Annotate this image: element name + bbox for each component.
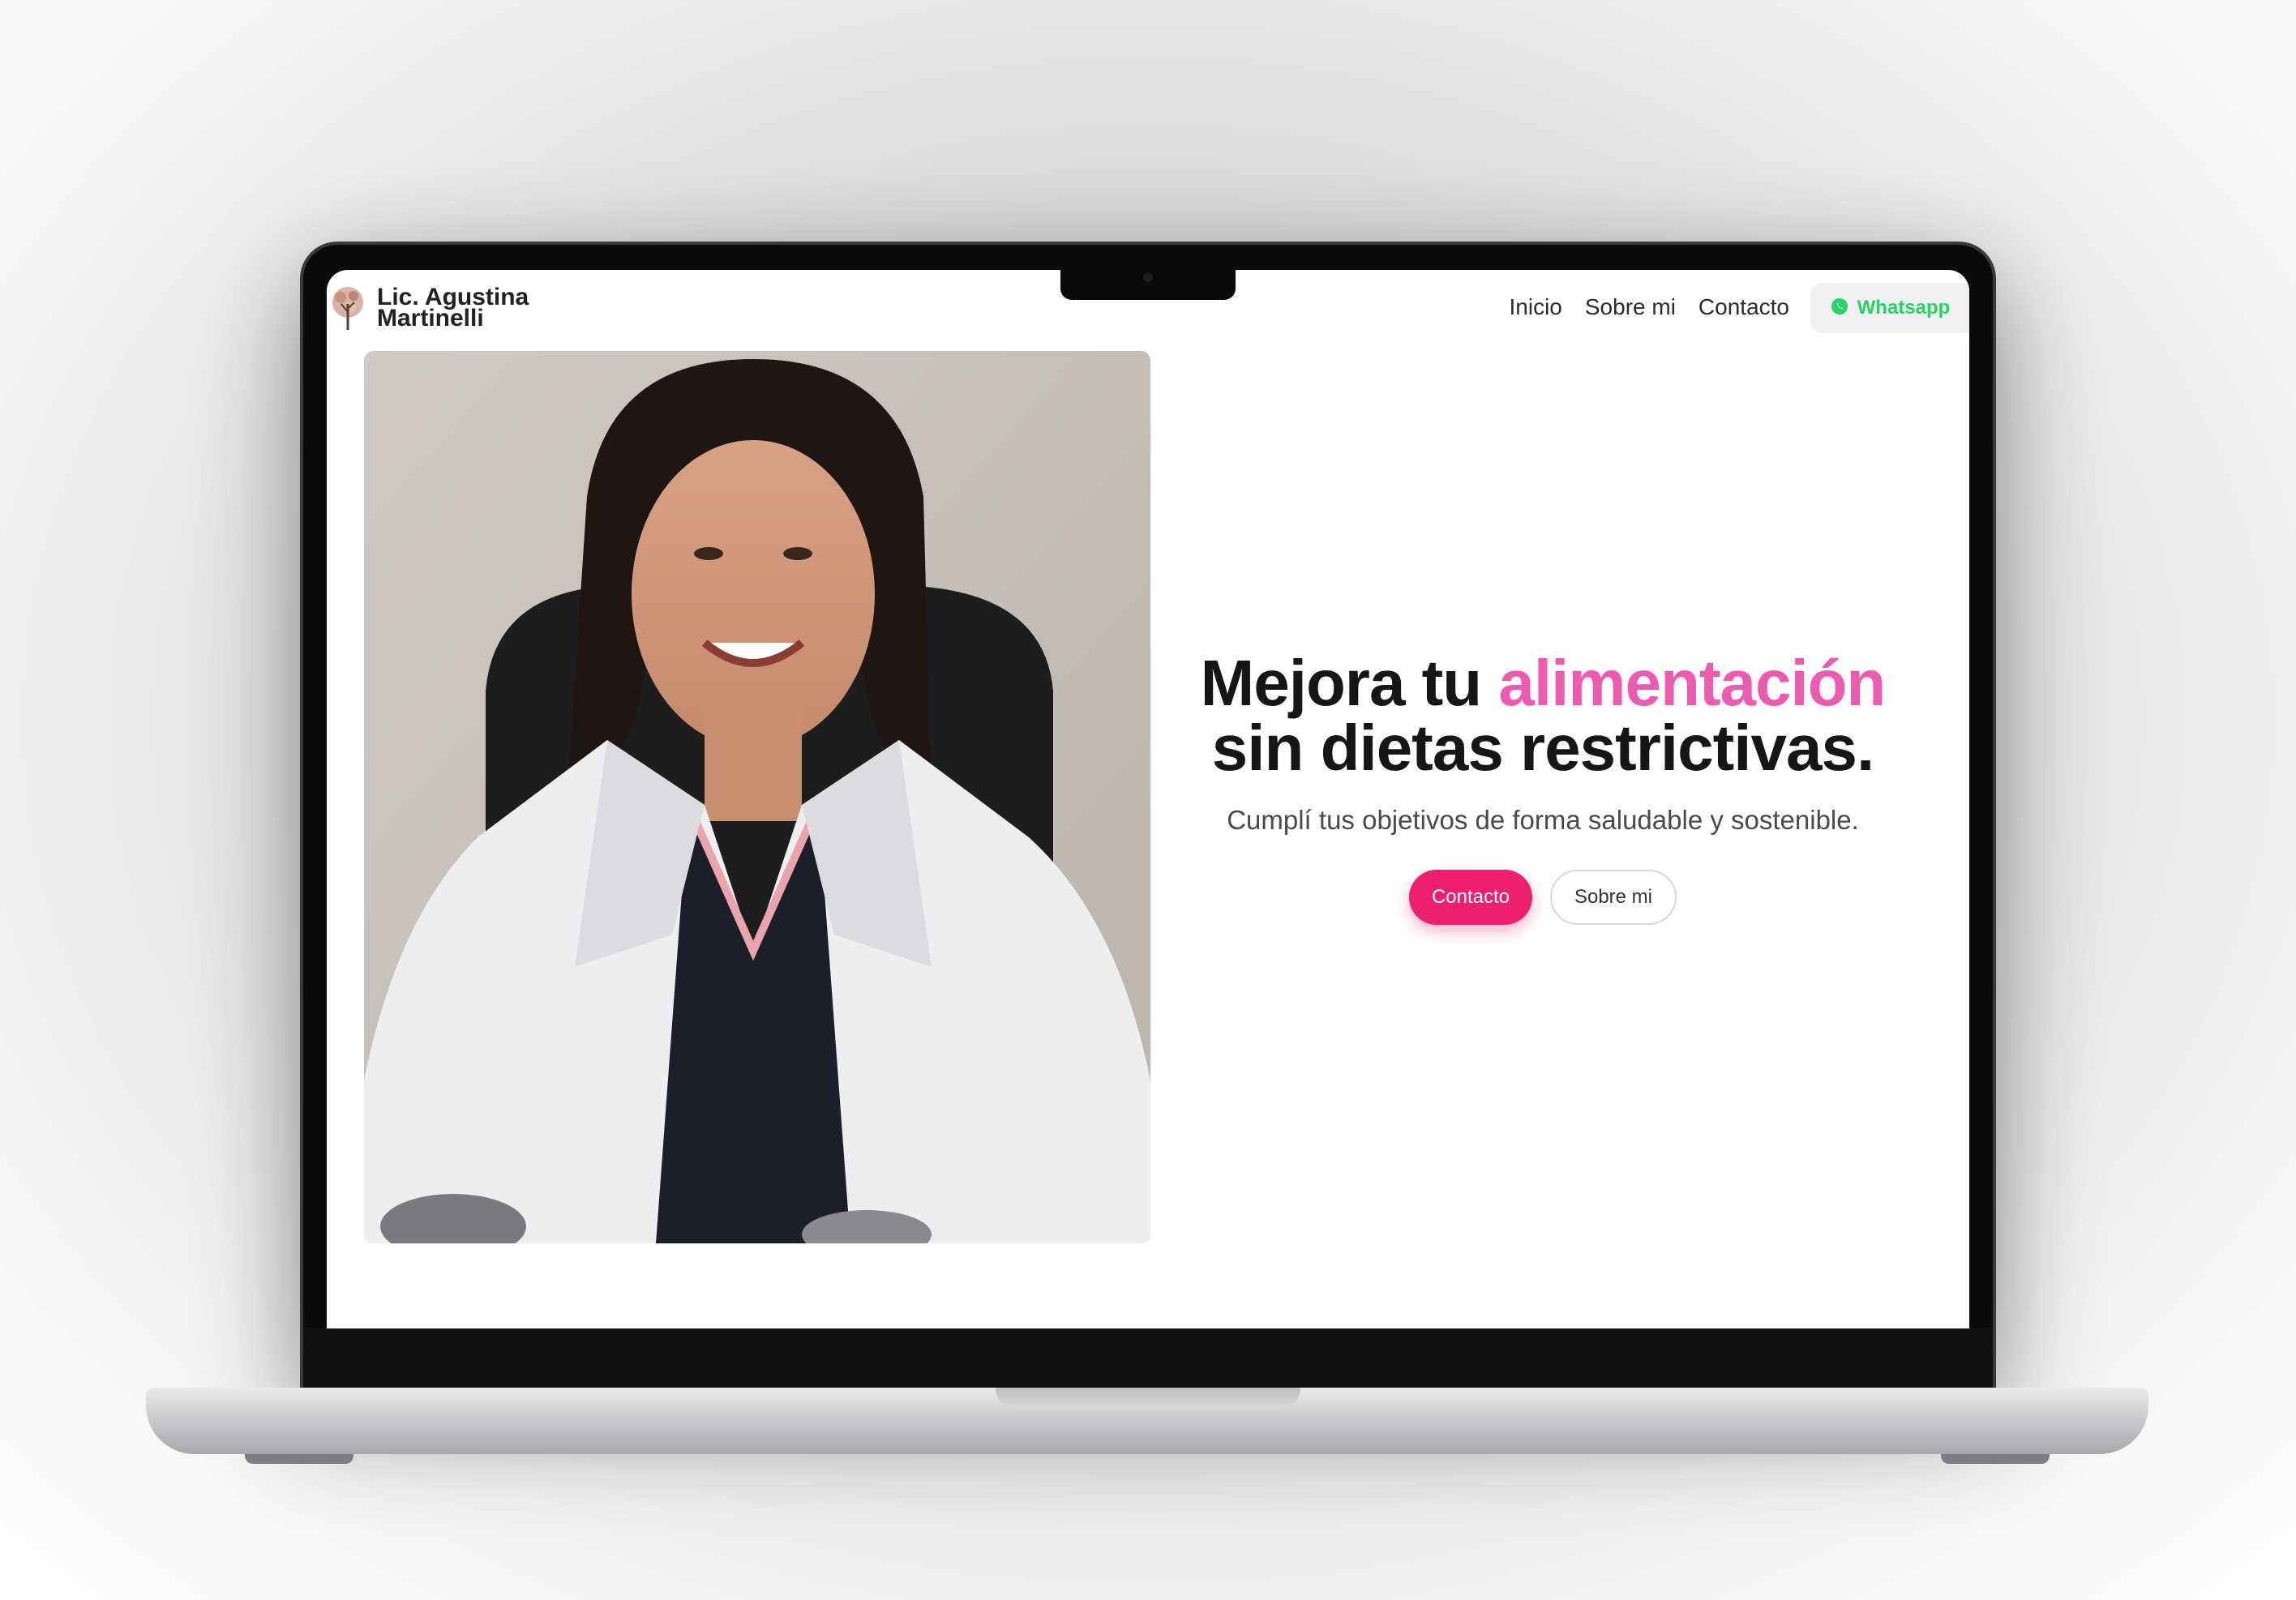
- nav-link-contacto[interactable]: Contacto: [1698, 294, 1789, 320]
- hero-title-accent: alimentación: [1498, 647, 1886, 719]
- main-nav: Inicio Sobre mi Contacto: [1510, 294, 1790, 320]
- screen-bezel-bottom: [303, 1328, 1993, 1388]
- hero-section: Mejora tu alimentación sin dietas restri…: [1186, 651, 1900, 925]
- brand-name-line2: Martinelli: [377, 305, 484, 332]
- webcam-icon: [1143, 272, 1153, 282]
- laptop-foot-left: [245, 1454, 353, 1464]
- browser-viewport: Lic. Agustina Martinelli Inicio Sobre mi…: [327, 270, 1969, 1328]
- hero-title-part2: sin dietas restrictivas.: [1211, 712, 1874, 784]
- hero-subtitle: Cumplí tus objetivos de forma saludable …: [1227, 805, 1859, 835]
- laptop-foot-right: [1941, 1454, 2050, 1464]
- hero-title: Mejora tu alimentación sin dietas restri…: [1186, 651, 1900, 781]
- hero-actions: Contacto Sobre mi: [1186, 870, 1900, 925]
- hero-title-part1: Mejora tu: [1200, 647, 1499, 719]
- sobre-mi-button[interactable]: Sobre mi: [1550, 870, 1677, 925]
- tree-icon: [328, 284, 367, 332]
- brand-logo-link[interactable]: Lic. Agustina Martinelli: [328, 284, 529, 332]
- brand-name: Lic. Agustina Martinelli: [377, 285, 529, 332]
- whatsapp-button[interactable]: Whatsapp: [1810, 283, 1969, 333]
- nav-link-inicio[interactable]: Inicio: [1510, 294, 1562, 320]
- profile-photo: [364, 351, 1150, 1243]
- contacto-button[interactable]: Contacto: [1409, 870, 1532, 925]
- whatsapp-icon: [1830, 297, 1849, 320]
- whatsapp-label: Whatsapp: [1857, 297, 1951, 319]
- nav-link-sobre-mi[interactable]: Sobre mi: [1585, 294, 1676, 320]
- trackpad-notch: [996, 1388, 1300, 1409]
